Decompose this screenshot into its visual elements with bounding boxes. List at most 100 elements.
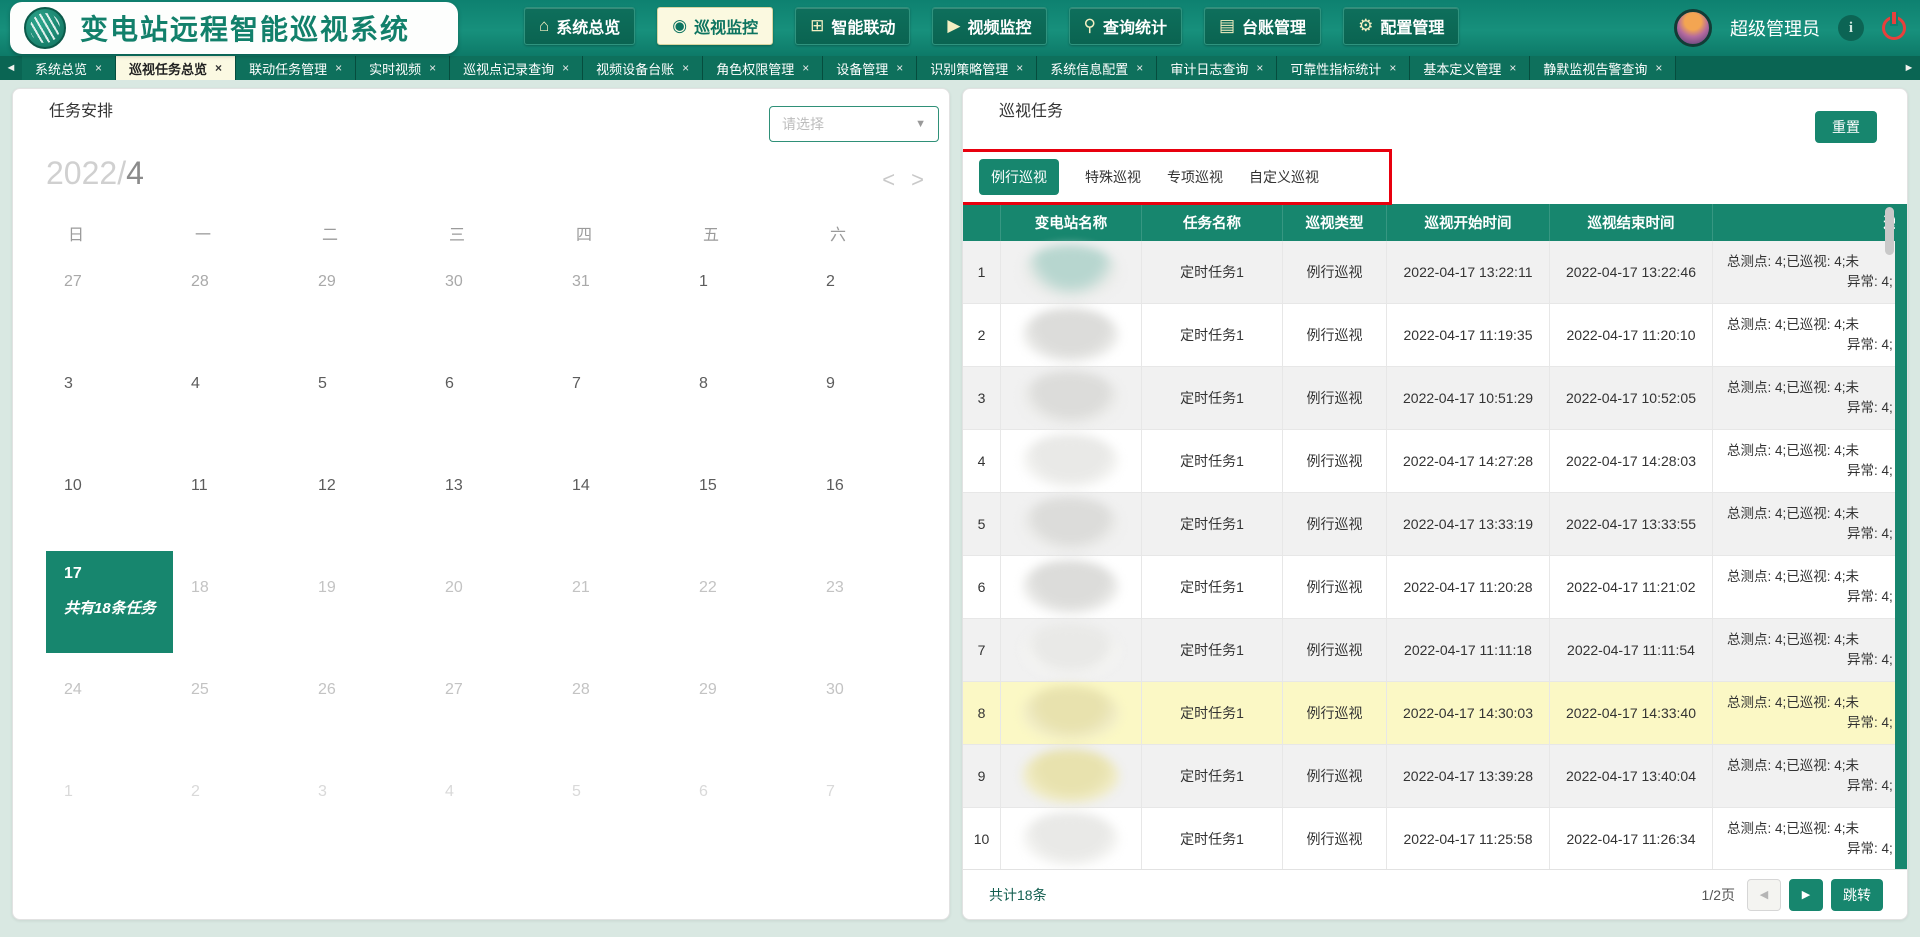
calendar-day-3[interactable]: 3 <box>300 755 427 857</box>
type-tab-例行巡视[interactable]: 例行巡视 <box>979 159 1059 195</box>
calendar-day-2[interactable]: 2 <box>173 755 300 857</box>
calendar-day-27[interactable]: 27 <box>46 245 173 347</box>
calendar-day-18[interactable]: 18 <box>173 551 300 653</box>
calendar-prev-icon[interactable]: < <box>882 169 895 191</box>
calendar-day-24[interactable]: 24 <box>46 653 173 755</box>
calendar-day-11[interactable]: 11 <box>173 449 300 551</box>
calendar-day-5[interactable]: 5 <box>554 755 681 857</box>
calendar-day-20[interactable]: 20 <box>427 551 554 653</box>
tabs-scroll-left-icon[interactable]: ◄ <box>0 56 22 80</box>
calendar-day-4[interactable]: 4 <box>173 347 300 449</box>
tab-联动任务管理[interactable]: 联动任务管理× <box>236 56 356 80</box>
tab-close-icon[interactable]: × <box>1016 61 1023 75</box>
calendar-day-9[interactable]: 9 <box>808 347 935 449</box>
tab-close-icon[interactable]: × <box>215 61 222 75</box>
table-row[interactable]: 7定时任务1例行巡视2022-04-17 11:11:182022-04-17 … <box>963 619 1908 682</box>
calendar-day-15[interactable]: 15 <box>681 449 808 551</box>
calendar-day-7[interactable]: 7 <box>808 755 935 857</box>
nav-item-智能联动[interactable]: ⊞智能联动 <box>795 7 910 45</box>
calendar-day-30[interactable]: 30 <box>808 653 935 755</box>
type-tab-特殊巡视[interactable]: 特殊巡视 <box>1085 167 1141 187</box>
nav-item-系统总览[interactable]: ⌂系统总览 <box>524 7 635 45</box>
calendar-day-10[interactable]: 10 <box>46 449 173 551</box>
tab-角色权限管理[interactable]: 角色权限管理× <box>703 56 823 80</box>
tab-close-icon[interactable]: × <box>682 61 689 75</box>
prev-page-button[interactable]: ◀ <box>1747 879 1781 911</box>
calendar-day-23[interactable]: 23 <box>808 551 935 653</box>
user-avatar[interactable] <box>1674 9 1712 47</box>
tab-视频设备台账[interactable]: 视频设备台账× <box>583 56 703 80</box>
calendar-day-3[interactable]: 3 <box>46 347 173 449</box>
calendar-day-14[interactable]: 14 <box>554 449 681 551</box>
tab-close-icon[interactable]: × <box>802 61 809 75</box>
tab-系统总览[interactable]: 系统总览× <box>22 56 116 80</box>
calendar-day-22[interactable]: 22 <box>681 551 808 653</box>
calendar-day-5[interactable]: 5 <box>300 347 427 449</box>
table-row[interactable]: 9定时任务1例行巡视2022-04-17 13:39:282022-04-17 … <box>963 745 1908 808</box>
tab-巡视任务总览[interactable]: 巡视任务总览× <box>116 56 236 80</box>
tab-close-icon[interactable]: × <box>1389 61 1396 75</box>
nav-item-配置管理[interactable]: ⚙配置管理 <box>1343 7 1459 45</box>
calendar-day-1[interactable]: 1 <box>46 755 173 857</box>
table-scrollbar-track[interactable] <box>1895 204 1907 871</box>
calendar-day-6[interactable]: 6 <box>427 347 554 449</box>
table-row[interactable]: 10定时任务1例行巡视2022-04-17 11:25:582022-04-17… <box>963 808 1908 871</box>
type-tab-专项巡视[interactable]: 专项巡视 <box>1167 167 1223 187</box>
tab-识别策略管理[interactable]: 识别策略管理× <box>917 56 1037 80</box>
tab-close-icon[interactable]: × <box>1509 61 1516 75</box>
tab-close-icon[interactable]: × <box>95 61 102 75</box>
calendar-day-13[interactable]: 13 <box>427 449 554 551</box>
calendar-day-29[interactable]: 29 <box>681 653 808 755</box>
calendar-day-27[interactable]: 27 <box>427 653 554 755</box>
table-row[interactable]: 2定时任务1例行巡视2022-04-17 11:19:352022-04-17 … <box>963 304 1908 367</box>
calendar-day-28[interactable]: 28 <box>554 653 681 755</box>
tab-close-icon[interactable]: × <box>335 61 342 75</box>
calendar-day-12[interactable]: 12 <box>300 449 427 551</box>
calendar-next-icon[interactable]: > <box>911 169 924 191</box>
tab-实时视频[interactable]: 实时视频× <box>356 56 450 80</box>
calendar-day-28[interactable]: 28 <box>173 245 300 347</box>
tab-close-icon[interactable]: × <box>562 61 569 75</box>
tab-巡视点记录查询[interactable]: 巡视点记录查询× <box>450 56 583 80</box>
type-tab-自定义巡视[interactable]: 自定义巡视 <box>1249 167 1319 187</box>
tab-基本定义管理[interactable]: 基本定义管理× <box>1410 56 1530 80</box>
calendar-day-2[interactable]: 2 <box>808 245 935 347</box>
tab-审计日志查询[interactable]: 审计日志查询× <box>1157 56 1277 80</box>
tab-close-icon[interactable]: × <box>896 61 903 75</box>
table-row[interactable]: 6定时任务1例行巡视2022-04-17 11:20:282022-04-17 … <box>963 556 1908 619</box>
jump-page-button[interactable]: 跳转 <box>1831 879 1883 911</box>
info-icon[interactable]: i <box>1838 15 1864 41</box>
calendar-day-31[interactable]: 31 <box>554 245 681 347</box>
tab-close-icon[interactable]: × <box>1256 61 1263 75</box>
table-row[interactable]: 1定时任务1例行巡视2022-04-17 13:22:112022-04-17 … <box>963 241 1908 304</box>
calendar-day-16[interactable]: 16 <box>808 449 935 551</box>
calendar-day-21[interactable]: 21 <box>554 551 681 653</box>
calendar-day-26[interactable]: 26 <box>300 653 427 755</box>
nav-item-视频监控[interactable]: ▶视频监控 <box>932 7 1046 45</box>
calendar-day-17[interactable]: 17共有18条任务 <box>46 551 173 653</box>
calendar-day-1[interactable]: 1 <box>681 245 808 347</box>
table-scrollbar-thumb[interactable] <box>1885 207 1894 255</box>
table-row[interactable]: 5定时任务1例行巡视2022-04-17 13:33:192022-04-17 … <box>963 493 1908 556</box>
calendar-day-6[interactable]: 6 <box>681 755 808 857</box>
tab-close-icon[interactable]: × <box>429 61 436 75</box>
tab-可靠性指标统计[interactable]: 可靠性指标统计× <box>1277 56 1410 80</box>
nav-item-台账管理[interactable]: ▤台账管理 <box>1204 7 1321 45</box>
calendar-day-4[interactable]: 4 <box>427 755 554 857</box>
tab-系统信息配置[interactable]: 系统信息配置× <box>1037 56 1157 80</box>
calendar-day-19[interactable]: 19 <box>300 551 427 653</box>
table-row[interactable]: 4定时任务1例行巡视2022-04-17 14:27:282022-04-17 … <box>963 430 1908 493</box>
calendar-day-25[interactable]: 25 <box>173 653 300 755</box>
logout-power-icon[interactable] <box>1882 16 1906 40</box>
calendar-day-30[interactable]: 30 <box>427 245 554 347</box>
table-row[interactable]: 8定时任务1例行巡视2022-04-17 14:30:032022-04-17 … <box>963 682 1908 745</box>
tab-close-icon[interactable]: × <box>1655 61 1662 75</box>
next-page-button[interactable]: ▶ <box>1789 879 1823 911</box>
reset-button[interactable]: 重置 <box>1815 111 1877 143</box>
tab-设备管理[interactable]: 设备管理× <box>823 56 917 80</box>
table-row[interactable]: 3定时任务1例行巡视2022-04-17 10:51:292022-04-17 … <box>963 367 1908 430</box>
tabs-scroll-right-icon[interactable]: ► <box>1898 56 1920 80</box>
calendar-day-7[interactable]: 7 <box>554 347 681 449</box>
calendar-day-29[interactable]: 29 <box>300 245 427 347</box>
tab-静默监视告警查询[interactable]: 静默监视告警查询× <box>1530 56 1676 80</box>
